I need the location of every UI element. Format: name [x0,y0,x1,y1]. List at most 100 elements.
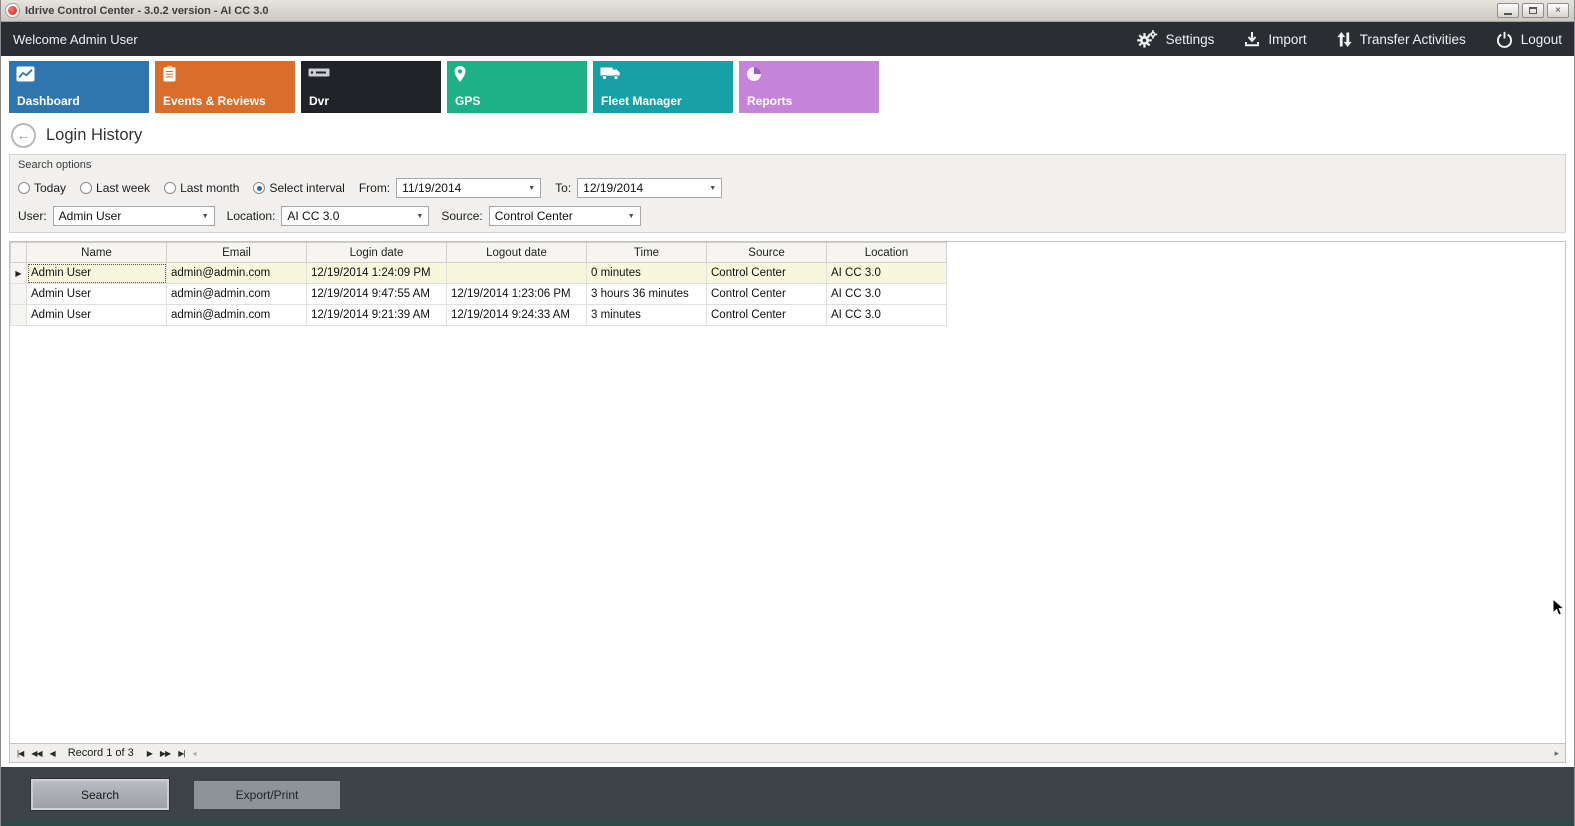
search-button[interactable]: Search [31,779,169,810]
scroll-left-icon[interactable]: ◂ [188,749,199,758]
maximize-button[interactable] [1522,3,1544,18]
title-bar: Idrive Control Center - 3.0.2 version - … [1,0,1574,22]
cell-email[interactable]: admin@admin.com [167,305,307,326]
radio-today-circle[interactable] [18,182,30,194]
column-header-location[interactable]: Location [827,243,947,263]
welcome-text: Welcome Admin User [13,32,138,47]
tile-gps[interactable]: GPS [447,61,587,113]
cell-name[interactable]: Admin User [27,305,167,326]
chevron-down-icon[interactable]: ▼ [623,207,640,225]
cell-location[interactable]: AI CC 3.0 [827,284,947,305]
column-header-login-date[interactable]: Login date [307,243,447,263]
app-window: { "window": { "title": "Idrive Control C… [0,0,1575,826]
cell-name[interactable]: Admin User [27,263,167,284]
column-header-time[interactable]: Time [587,243,707,263]
next-record-button[interactable]: ▶ [143,749,156,758]
maximize-icon [1529,7,1537,14]
import-button[interactable]: Import [1244,31,1306,47]
column-header-source[interactable]: Source [707,243,827,263]
back-arrow-icon: ← [17,128,31,142]
cell-login-date[interactable]: 12/19/2014 1:24:09 PM [307,263,447,284]
cell-logout-date[interactable] [447,263,587,284]
radio-today-label: Today [34,181,66,195]
tile-fleet-manager-label: Fleet Manager [601,94,682,108]
chevron-down-icon[interactable]: ▼ [704,179,721,197]
scroll-right-icon[interactable]: ▸ [1551,748,1562,759]
chevron-down-icon[interactable]: ▼ [411,207,428,225]
radio-last-week-circle[interactable] [80,182,92,194]
horizontal-scrollbar[interactable]: ▸ [199,744,1562,762]
action-footer: Search Export/Print [1,767,1574,822]
cell-time[interactable]: 0 minutes [587,263,707,284]
from-date-dropdown[interactable]: 11/19/2014 ▼ [396,178,541,198]
tile-events-reviews[interactable]: Events & Reviews [155,61,295,113]
cell-login-date[interactable]: 12/19/2014 9:21:39 AM [307,305,447,326]
table-header-row: Name Email Login date Logout date Time S… [11,243,947,263]
radio-select-interval[interactable]: Select interval [253,181,344,195]
location-label: Location: [227,209,276,223]
power-icon [1496,31,1513,48]
location-dropdown[interactable]: AI CC 3.0 ▼ [281,206,429,226]
cell-location[interactable]: AI CC 3.0 [827,263,947,284]
cell-time[interactable]: 3 minutes [587,305,707,326]
tile-reports[interactable]: Reports [739,61,879,113]
search-options-panel: Search options Today Last week Last mont… [9,154,1566,233]
close-button[interactable]: × [1547,3,1569,18]
search-row-filters: User: Admin User ▼ Location: AI CC 3.0 ▼… [18,206,1557,226]
last-record-button[interactable]: ▶| [174,749,188,758]
cell-source[interactable]: Control Center [707,305,827,326]
export-print-button[interactable]: Export/Print [194,781,340,809]
radio-select-interval-circle[interactable] [253,182,265,194]
location-value: AI CC 3.0 [282,207,411,225]
prev-record-button[interactable]: ◀ [46,749,59,758]
cell-source[interactable]: Control Center [707,284,827,305]
transfer-activities-label: Transfer Activities [1360,32,1466,47]
radio-last-month-circle[interactable] [164,182,176,194]
cell-source[interactable]: Control Center [707,263,827,284]
gutter-header-cell [11,243,27,263]
tile-dashboard[interactable]: Dashboard [9,61,149,113]
tile-reports-label: Reports [747,94,792,108]
current-row-marker-icon: ▶ [15,269,21,278]
minimize-button[interactable] [1497,3,1519,18]
settings-button[interactable]: Settings [1136,30,1215,49]
tile-dvr-label: Dvr [309,94,329,108]
module-tiles: Dashboard Events & Reviews Dvr [1,56,1574,118]
column-header-email[interactable]: Email [167,243,307,263]
transfer-activities-button[interactable]: Transfer Activities [1337,31,1466,48]
cell-time[interactable]: 3 hours 36 minutes [587,284,707,305]
cell-email[interactable]: admin@admin.com [167,263,307,284]
cell-location[interactable]: AI CC 3.0 [827,305,947,326]
back-button[interactable]: ← [11,123,36,148]
search-row-interval: Today Last week Last month Select interv… [18,178,1557,198]
first-record-button[interactable]: |◀ [13,749,27,758]
column-header-name[interactable]: Name [27,243,167,263]
cell-logout-date[interactable]: 12/19/2014 9:24:33 AM [447,305,587,326]
radio-today[interactable]: Today [18,181,66,195]
tile-dvr[interactable]: Dvr [301,61,441,113]
fast-next-record-button[interactable]: ▶▶ [156,749,174,758]
radio-last-week[interactable]: Last week [80,181,150,195]
cell-name[interactable]: Admin User [27,284,167,305]
radio-last-month[interactable]: Last month [164,181,239,195]
source-dropdown[interactable]: Control Center ▼ [489,206,641,226]
table-row[interactable]: Admin User admin@admin.com 12/19/2014 9:… [11,284,947,305]
fast-prev-record-button[interactable]: ◀◀ [27,749,45,758]
chevron-down-icon[interactable]: ▼ [197,207,214,225]
chevron-down-icon[interactable]: ▼ [523,179,540,197]
window-title: Idrive Control Center - 3.0.2 version - … [25,5,1497,17]
logout-button[interactable]: Logout [1496,31,1562,48]
to-date-value: 12/19/2014 [578,179,704,197]
user-dropdown[interactable]: Admin User ▼ [53,206,215,226]
cell-logout-date[interactable]: 12/19/2014 1:23:06 PM [447,284,587,305]
table-row[interactable]: Admin User admin@admin.com 12/19/2014 9:… [11,305,947,326]
column-header-logout-date[interactable]: Logout date [447,243,587,263]
table-row[interactable]: ▶ Admin User admin@admin.com 12/19/2014 … [11,263,947,284]
page-header: ← Login History [1,118,1574,152]
cell-email[interactable]: admin@admin.com [167,284,307,305]
tile-fleet-manager[interactable]: Fleet Manager [593,61,733,113]
map-pin-icon [454,66,580,87]
cell-login-date[interactable]: 12/19/2014 9:47:55 AM [307,284,447,305]
radio-select-interval-label: Select interval [269,181,344,195]
to-date-dropdown[interactable]: 12/19/2014 ▼ [577,178,722,198]
